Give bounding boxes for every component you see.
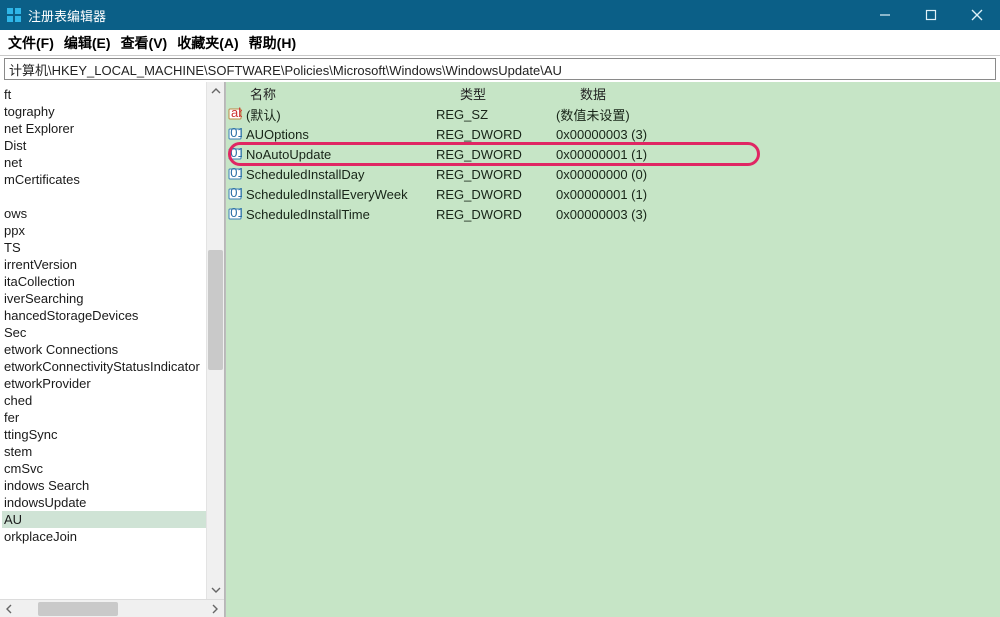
value-name: ScheduledInstallEveryWeek <box>244 187 436 202</box>
tree-item[interactable]: irrentVersion <box>2 256 206 273</box>
tree-item[interactable]: mCertificates <box>2 171 206 188</box>
tree-pane: fttographynet ExplorerDistnetmCertificat… <box>0 82 225 617</box>
svg-text:011: 011 <box>230 147 242 160</box>
menu-edit[interactable]: 编辑(E) <box>64 33 111 53</box>
vscroll-thumb[interactable] <box>208 250 223 370</box>
svg-text:011: 011 <box>230 127 242 140</box>
col-header-data[interactable]: 数据 <box>574 84 1000 103</box>
svg-text:011: 011 <box>230 167 242 180</box>
value-data: 0x00000001 (1) <box>556 187 1000 202</box>
value-name: ScheduledInstallTime <box>244 207 436 222</box>
string-value-icon: ab <box>226 107 244 121</box>
tree-item[interactable]: Sec <box>2 324 206 341</box>
tree-item[interactable]: Dist <box>2 137 206 154</box>
svg-text:011: 011 <box>230 187 242 200</box>
tree-list[interactable]: fttographynet ExplorerDistnetmCertificat… <box>0 82 206 599</box>
value-name: AUOptions <box>244 127 436 142</box>
address-bar[interactable]: 计算机\HKEY_LOCAL_MACHINE\SOFTWARE\Policies… <box>4 58 996 80</box>
menu-bar: 文件(F) 编辑(E) 查看(V) 收藏夹(A) 帮助(H) <box>0 30 1000 56</box>
minimize-button[interactable] <box>862 0 908 30</box>
value-data: 0x00000001 (1) <box>556 147 1000 162</box>
tree-item[interactable]: etworkConnectivityStatusIndicator <box>2 358 206 375</box>
tree-item[interactable]: orkplaceJoin <box>2 528 206 545</box>
value-row[interactable]: ab(默认)REG_SZ(数值未设置) <box>226 104 1000 124</box>
tree-item[interactable]: etworkProvider <box>2 375 206 392</box>
value-type: REG_DWORD <box>436 187 556 202</box>
tree-item[interactable]: stem <box>2 443 206 460</box>
value-data: 0x00000000 (0) <box>556 167 1000 182</box>
app-icon <box>6 7 22 23</box>
tree-item[interactable]: TS <box>2 239 206 256</box>
tree-item[interactable]: fer <box>2 409 206 426</box>
svg-text:ab: ab <box>231 107 242 120</box>
value-name: ScheduledInstallDay <box>244 167 436 182</box>
menu-help[interactable]: 帮助(H) <box>249 33 296 53</box>
dword-value-icon: 011 <box>226 187 244 201</box>
scroll-right-icon[interactable] <box>206 600 224 617</box>
value-row[interactable]: 011ScheduledInstallEveryWeekREG_DWORD0x0… <box>226 184 1000 204</box>
hscroll-track[interactable] <box>18 601 206 617</box>
tree-item[interactable]: tography <box>2 103 206 120</box>
column-headers: 名称 类型 数据 <box>226 82 1000 104</box>
menu-view[interactable]: 查看(V) <box>121 33 168 53</box>
value-row[interactable]: 011ScheduledInstallDayREG_DWORD0x0000000… <box>226 164 1000 184</box>
tree-item[interactable]: itaCollection <box>2 273 206 290</box>
value-rows: ab(默认)REG_SZ(数值未设置)011AUOptionsREG_DWORD… <box>226 104 1000 617</box>
dword-value-icon: 011 <box>226 127 244 141</box>
tree-vscrollbar[interactable] <box>206 82 224 599</box>
vscroll-track[interactable] <box>207 100 224 581</box>
value-type: REG_DWORD <box>436 167 556 182</box>
tree-item[interactable]: ttingSync <box>2 426 206 443</box>
tree-item[interactable]: ched <box>2 392 206 409</box>
dword-value-icon: 011 <box>226 167 244 181</box>
hscroll-thumb[interactable] <box>38 602 118 616</box>
scroll-left-icon[interactable] <box>0 600 18 617</box>
value-pane: 名称 类型 数据 ab(默认)REG_SZ(数值未设置)011AUOptions… <box>225 82 1000 617</box>
col-header-name[interactable]: 名称 <box>244 84 454 103</box>
menu-favorites[interactable]: 收藏夹(A) <box>177 33 238 53</box>
value-data: 0x00000003 (3) <box>556 207 1000 222</box>
window-controls <box>862 0 1000 30</box>
value-type: REG_SZ <box>436 107 556 122</box>
tree-item[interactable]: AU <box>2 511 206 528</box>
maximize-button[interactable] <box>908 0 954 30</box>
window-title: 注册表编辑器 <box>28 6 862 25</box>
value-row[interactable]: 011AUOptionsREG_DWORD0x00000003 (3) <box>226 124 1000 144</box>
tree-item[interactable]: etwork Connections <box>2 341 206 358</box>
value-type: REG_DWORD <box>436 127 556 142</box>
tree-item[interactable]: indowsUpdate <box>2 494 206 511</box>
address-text: 计算机\HKEY_LOCAL_MACHINE\SOFTWARE\Policies… <box>9 60 562 79</box>
scroll-down-icon[interactable] <box>207 581 224 599</box>
tree-item[interactable]: indows Search <box>2 477 206 494</box>
tree-item[interactable]: hancedStorageDevices <box>2 307 206 324</box>
value-name: NoAutoUpdate <box>244 147 436 162</box>
tree-item[interactable]: ft <box>2 86 206 103</box>
menu-file[interactable]: 文件(F) <box>8 33 54 53</box>
value-data: (数值未设置) <box>556 105 1000 124</box>
tree-item[interactable]: net <box>2 154 206 171</box>
tree-item[interactable]: iverSearching <box>2 290 206 307</box>
tree-hscrollbar[interactable] <box>0 599 224 617</box>
svg-text:011: 011 <box>230 207 242 220</box>
value-data: 0x00000003 (3) <box>556 127 1000 142</box>
value-row[interactable]: 011NoAutoUpdateREG_DWORD0x00000001 (1) <box>226 144 1000 164</box>
value-row[interactable]: 011ScheduledInstallTimeREG_DWORD0x000000… <box>226 204 1000 224</box>
tree-item[interactable]: cmSvc <box>2 460 206 477</box>
dword-value-icon: 011 <box>226 207 244 221</box>
main-split: fttographynet ExplorerDistnetmCertificat… <box>0 82 1000 617</box>
tree-item[interactable] <box>2 188 206 205</box>
value-type: REG_DWORD <box>436 207 556 222</box>
col-header-type[interactable]: 类型 <box>454 84 574 103</box>
dword-value-icon: 011 <box>226 147 244 161</box>
value-type: REG_DWORD <box>436 147 556 162</box>
title-bar: 注册表编辑器 <box>0 0 1000 30</box>
scroll-up-icon[interactable] <box>207 82 224 100</box>
value-name: (默认) <box>244 105 436 124</box>
tree-item[interactable]: net Explorer <box>2 120 206 137</box>
close-button[interactable] <box>954 0 1000 30</box>
tree-item[interactable]: ppx <box>2 222 206 239</box>
tree-item[interactable]: ows <box>2 205 206 222</box>
